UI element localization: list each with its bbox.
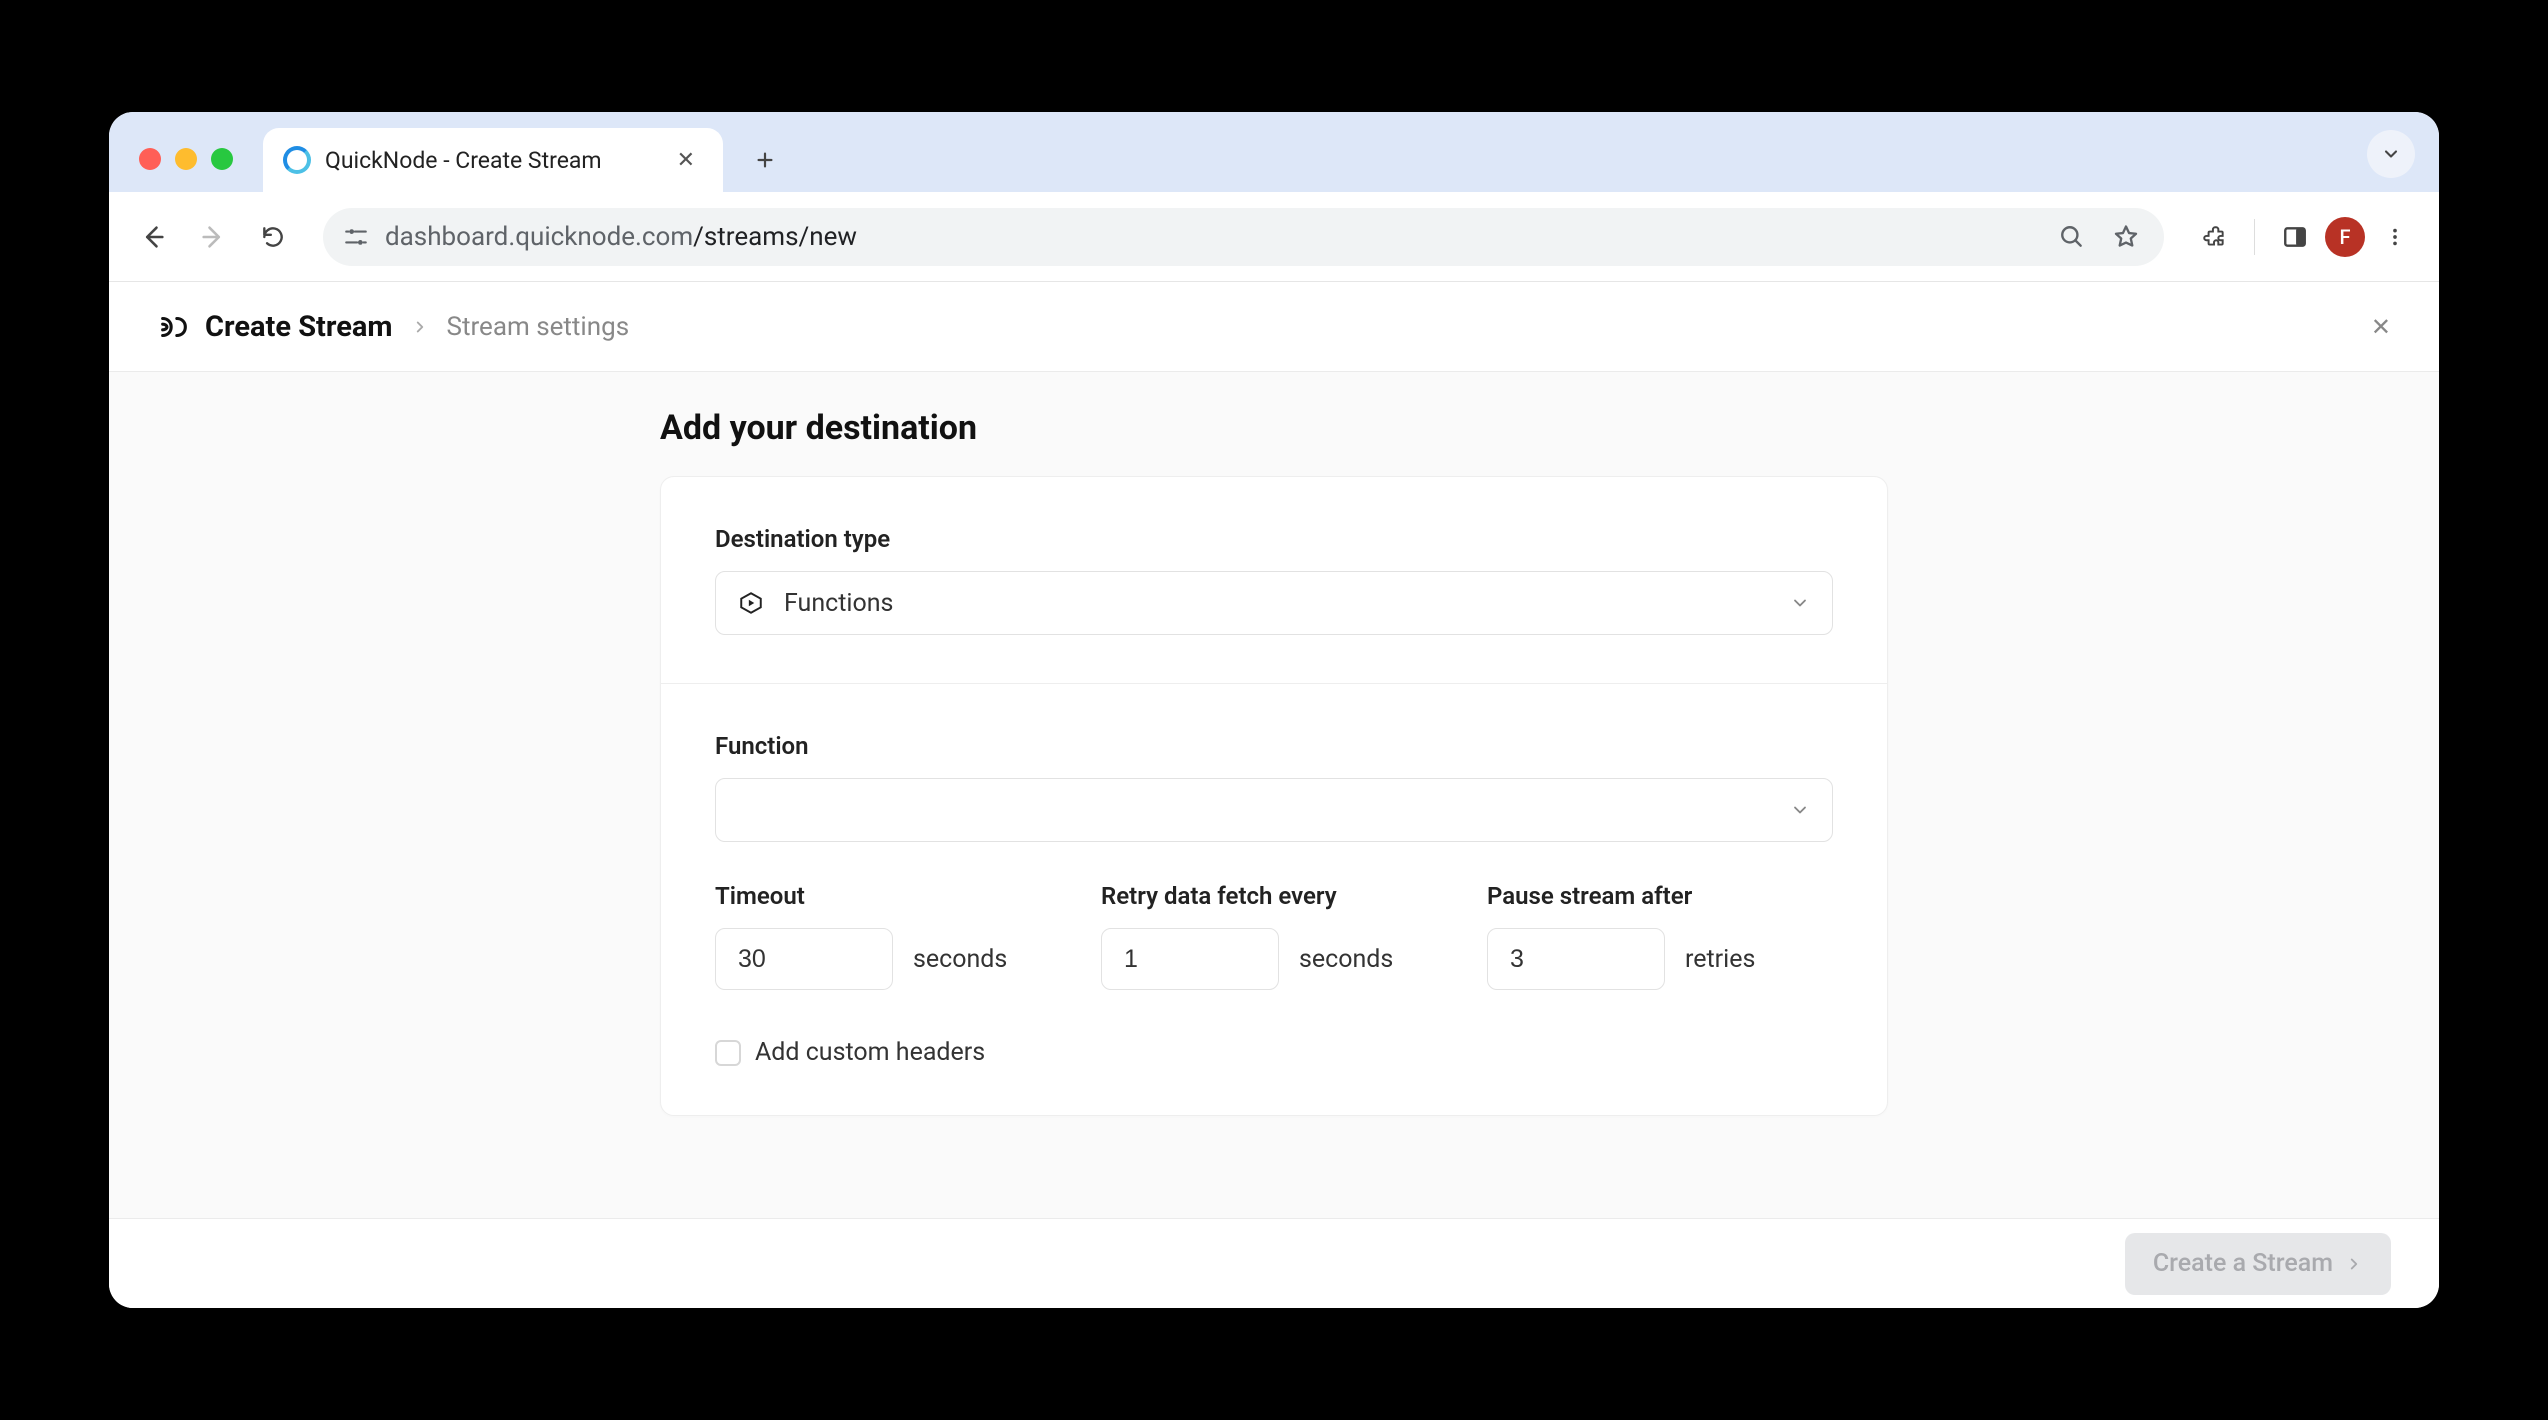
custom-headers-label: Add custom headers bbox=[755, 1038, 985, 1067]
custom-headers-checkbox[interactable] bbox=[715, 1040, 741, 1066]
retry-label: Retry data fetch every bbox=[1101, 882, 1447, 910]
pause-label: Pause stream after bbox=[1487, 882, 1833, 910]
tune-icon bbox=[343, 224, 369, 250]
breadcrumb-separator bbox=[411, 318, 429, 336]
plus-icon bbox=[754, 149, 776, 171]
page-title: Add your destination bbox=[660, 408, 1888, 448]
dots-vertical-icon bbox=[2384, 226, 2406, 248]
app-header: Create Stream Stream settings ✕ bbox=[109, 282, 2439, 372]
star-icon bbox=[2112, 223, 2140, 251]
custom-headers-checkbox-row[interactable]: Add custom headers bbox=[715, 1038, 1833, 1067]
timing-row: Timeout seconds Retry data fetch every s… bbox=[715, 882, 1833, 990]
close-button[interactable]: ✕ bbox=[2371, 313, 2391, 341]
pause-unit: retries bbox=[1685, 945, 1755, 974]
window-controls bbox=[133, 148, 249, 192]
tab-title: QuickNode - Create Stream bbox=[325, 147, 655, 174]
puzzle-icon bbox=[2201, 224, 2227, 250]
function-label: Function bbox=[715, 732, 1833, 760]
new-tab-button[interactable] bbox=[741, 136, 789, 184]
forward-button[interactable] bbox=[189, 213, 237, 261]
url-text: dashboard.quicknode.com/streams/new bbox=[385, 222, 2038, 252]
chevron-down-icon bbox=[1790, 593, 1810, 613]
functions-icon bbox=[738, 590, 764, 616]
breadcrumb-sub: Stream settings bbox=[447, 312, 630, 342]
zoom-button[interactable] bbox=[2052, 217, 2092, 257]
breadcrumb-main: Create Stream bbox=[205, 310, 393, 344]
browser-tab[interactable]: QuickNode - Create Stream ✕ bbox=[263, 128, 723, 192]
create-stream-button[interactable]: Create a Stream bbox=[2125, 1233, 2391, 1295]
chevron-down-icon bbox=[2381, 144, 2401, 164]
retry-unit: seconds bbox=[1299, 945, 1393, 974]
window-maximize-button[interactable] bbox=[211, 148, 233, 170]
zoom-icon bbox=[2059, 224, 2085, 250]
chevron-down-icon bbox=[1790, 800, 1810, 820]
reload-button[interactable] bbox=[249, 213, 297, 261]
toolbar-divider bbox=[2254, 219, 2255, 255]
destination-card: Destination type Functions Function bbox=[660, 476, 1888, 1116]
retry-input[interactable] bbox=[1101, 928, 1279, 990]
quicknode-favicon bbox=[283, 146, 311, 174]
content-area: Add your destination Destination type Fu… bbox=[109, 372, 2439, 1218]
browser-window: QuickNode - Create Stream ✕ bbox=[109, 112, 2439, 1308]
toolbar-right: F bbox=[2190, 213, 2419, 261]
site-info-button[interactable] bbox=[341, 222, 371, 252]
tabs-dropdown-button[interactable] bbox=[2367, 130, 2415, 178]
tab-close-button[interactable]: ✕ bbox=[669, 144, 703, 177]
url-path: /streams/new bbox=[693, 222, 857, 252]
timeout-input[interactable] bbox=[715, 928, 893, 990]
pause-input[interactable] bbox=[1487, 928, 1665, 990]
destination-type-section: Destination type Functions bbox=[661, 477, 1887, 683]
address-bar[interactable]: dashboard.quicknode.com/streams/new bbox=[323, 208, 2164, 266]
bookmark-button[interactable] bbox=[2106, 217, 2146, 257]
avatar-initial: F bbox=[2339, 225, 2350, 249]
chevron-right-icon bbox=[411, 318, 429, 336]
profile-avatar[interactable]: F bbox=[2325, 217, 2365, 257]
destination-type-label: Destination type bbox=[715, 525, 1833, 553]
chevron-right-icon bbox=[2345, 1255, 2363, 1273]
browser-toolbar: dashboard.quicknode.com/streams/new F bbox=[109, 192, 2439, 282]
function-config-section: Function Timeout seconds bbox=[661, 683, 1887, 1115]
chrome-menu-button[interactable] bbox=[2371, 213, 2419, 261]
stream-icon bbox=[157, 310, 191, 344]
timeout-unit: seconds bbox=[913, 945, 1007, 974]
sidepanel-button[interactable] bbox=[2271, 213, 2319, 261]
reload-icon bbox=[260, 224, 286, 250]
destination-type-select[interactable]: Functions bbox=[715, 571, 1833, 635]
window-minimize-button[interactable] bbox=[175, 148, 197, 170]
back-button[interactable] bbox=[129, 213, 177, 261]
window-close-button[interactable] bbox=[139, 148, 161, 170]
create-stream-label: Create a Stream bbox=[2153, 1249, 2333, 1278]
panel-icon bbox=[2282, 224, 2308, 250]
arrow-right-icon bbox=[199, 223, 227, 251]
footer-bar: Create a Stream bbox=[109, 1218, 2439, 1308]
function-select[interactable] bbox=[715, 778, 1833, 842]
timeout-label: Timeout bbox=[715, 882, 1061, 910]
tab-bar: QuickNode - Create Stream ✕ bbox=[109, 112, 2439, 192]
destination-type-value: Functions bbox=[784, 589, 1790, 618]
arrow-left-icon bbox=[139, 223, 167, 251]
url-host: dashboard.quicknode.com bbox=[385, 222, 693, 252]
extensions-button[interactable] bbox=[2190, 213, 2238, 261]
